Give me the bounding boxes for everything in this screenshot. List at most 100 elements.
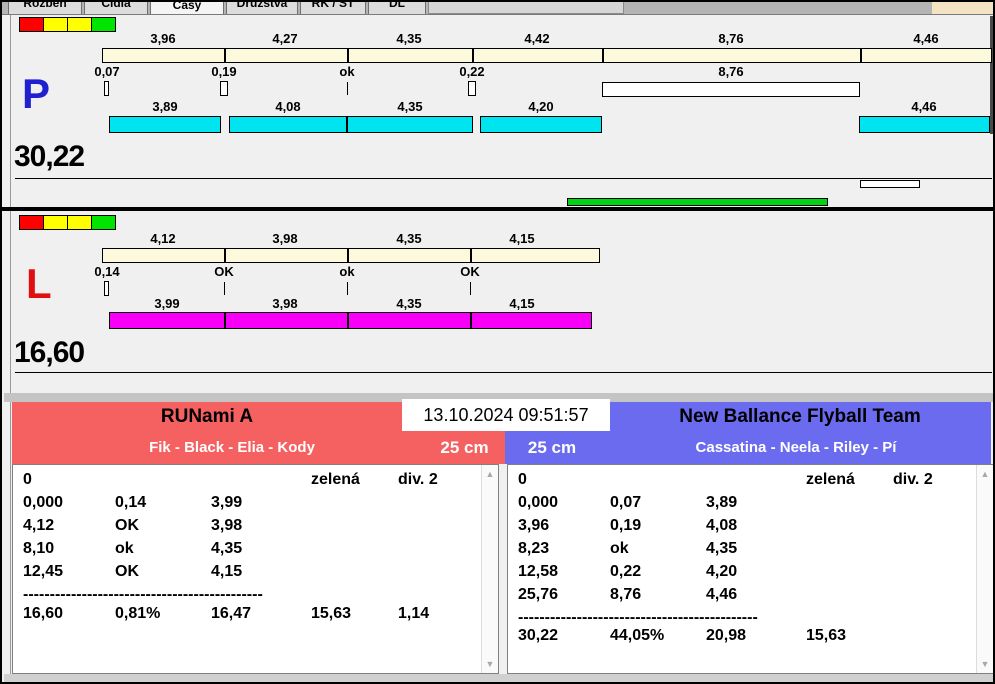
table-total-cell: 16,60 xyxy=(23,605,64,622)
cross-label: 0,19 xyxy=(211,64,237,79)
table-cell: 25,76 xyxy=(518,586,559,603)
tab-filler xyxy=(428,2,624,14)
tab-cidla[interactable]: Čidla xyxy=(84,2,148,14)
team-right-dogs: Cassatina - Neela - Riley - Pí xyxy=(695,439,897,456)
table-cell: 0,000 xyxy=(518,494,559,511)
table-cell: 4,20 xyxy=(706,563,738,580)
table-total-cell: 30,22 xyxy=(518,627,559,644)
split-time-label: 4,42 xyxy=(524,31,550,46)
lap-bar-l xyxy=(109,312,592,329)
cross-tick xyxy=(104,81,109,96)
table-cell: 12,58 xyxy=(518,563,559,580)
split-time-label: 4,46 xyxy=(913,31,939,46)
table-cell: 0,07 xyxy=(610,494,642,511)
table-cell: 12,45 xyxy=(23,563,64,580)
lane-p-letter: P xyxy=(22,70,51,117)
team-right-jump-height: 25 cm xyxy=(527,438,577,457)
table-cell: 3,96 xyxy=(518,517,550,534)
bar-divider xyxy=(602,48,604,63)
lap-time-label: 4,15 xyxy=(509,296,535,311)
lap-bar-p xyxy=(859,116,990,133)
split-time-label: 4,35 xyxy=(396,231,422,246)
results-table-right[interactable]: 0 zelená div. 2 0,000 0,07 3,89 3,96 0,1… xyxy=(507,464,993,674)
progress-bar-green xyxy=(567,198,828,206)
lane-p-total: 30,22 xyxy=(14,140,85,173)
split-time-label: 3,98 xyxy=(272,231,298,246)
flyball-timing-window: Rozběh Čidla Časy Družstva RK / ST DL P … xyxy=(0,0,995,684)
lap-time-label: 4,35 xyxy=(397,99,423,114)
table-cell: zelená xyxy=(311,471,360,488)
tab-druzstva[interactable]: Družstva xyxy=(226,2,298,14)
light-yellow-icon xyxy=(43,215,68,230)
tab-dl[interactable]: DL xyxy=(368,2,426,14)
bar-divider xyxy=(470,248,472,263)
split-time-label: 3,96 xyxy=(150,31,176,46)
bar-divider xyxy=(347,48,349,63)
cross-label: 0,14 xyxy=(94,264,120,279)
lap-bar-p xyxy=(480,116,602,133)
split-time-label: 4,27 xyxy=(272,31,298,46)
scroll-up-icon[interactable]: ▲ xyxy=(482,467,498,481)
table-cell: 3,99 xyxy=(211,494,243,511)
table-cell: 0,14 xyxy=(115,494,147,511)
table-total-cell: 15,63 xyxy=(311,605,352,622)
light-yellow-icon xyxy=(43,17,68,32)
team-left-jump-height: 25 cm xyxy=(440,438,489,457)
split-time-label: 4,12 xyxy=(150,231,176,246)
table-divider: ----------------------------------------… xyxy=(518,609,758,626)
table-divider: ----------------------------------------… xyxy=(23,586,263,603)
scroll-down-icon[interactable]: ▼ xyxy=(482,657,498,671)
table-total-cell: 15,63 xyxy=(806,627,847,644)
scroll-up-icon[interactable]: ▲ xyxy=(977,467,993,481)
lap-time-label: 4,08 xyxy=(275,99,301,114)
table-cell: OK xyxy=(115,563,139,580)
table-cell: 0,19 xyxy=(610,517,642,534)
light-green-icon xyxy=(91,215,116,230)
cross-tick xyxy=(104,281,109,296)
table-total-cell: 16,47 xyxy=(211,605,252,622)
table-cell: 0 xyxy=(518,471,527,488)
lap-time-label: 3,99 xyxy=(154,296,180,311)
start-lights-l xyxy=(19,215,116,230)
table-total-cell: 20,98 xyxy=(706,627,747,644)
split-bar-l xyxy=(102,248,600,263)
cross-label: OK xyxy=(460,264,480,279)
split-time-label: 4,35 xyxy=(396,31,422,46)
team-left-dogs: Fik - Black - Elia - Kody xyxy=(149,439,315,456)
bar-divider xyxy=(224,312,226,329)
lane-l-total: 16,60 xyxy=(14,336,85,369)
table-cell: 4,46 xyxy=(706,586,738,603)
lap-time-label: 4,20 xyxy=(528,99,554,114)
lap-time-label: 4,46 xyxy=(911,99,937,114)
split-bar-p xyxy=(102,48,992,63)
right-edge-strip xyxy=(990,16,993,134)
bar-divider xyxy=(347,312,349,329)
bar-divider xyxy=(470,312,472,329)
light-red-icon xyxy=(19,17,44,32)
cross-tick xyxy=(220,81,228,96)
table-cell: 8,10 xyxy=(23,540,55,557)
scrollbar[interactable]: ▲ ▼ xyxy=(481,465,498,673)
cross-label: 0,07 xyxy=(94,64,120,79)
tab-rk-st[interactable]: RK / ST xyxy=(300,2,366,14)
tab-casy[interactable]: Časy xyxy=(150,2,224,14)
lap-bar-p xyxy=(347,116,473,133)
scroll-down-icon[interactable]: ▼ xyxy=(977,657,993,671)
table-cell: ok xyxy=(115,540,134,557)
tab-rozbeh[interactable]: Rozběh xyxy=(8,2,82,14)
lane-separator xyxy=(2,207,993,211)
results-table-left[interactable]: 0 zelená div. 2 0,000 0,14 3,99 4,12 OK … xyxy=(12,464,499,674)
team-left-name: RUNami A xyxy=(160,406,254,427)
bottom-strip xyxy=(4,674,993,682)
bar-divider xyxy=(472,48,474,63)
scrollbar[interactable]: ▲ ▼ xyxy=(976,465,993,673)
cross-tick xyxy=(347,282,348,295)
table-cell: 4,35 xyxy=(211,540,243,557)
cross-tick xyxy=(470,282,471,295)
divider-line xyxy=(15,372,992,373)
table-cell: OK xyxy=(115,517,139,534)
bar-divider xyxy=(224,48,226,63)
mini-bar xyxy=(860,180,920,188)
tab-bar: Rozběh Čidla Časy Družstva RK / ST DL xyxy=(2,2,993,14)
light-yellow-icon xyxy=(67,17,92,32)
